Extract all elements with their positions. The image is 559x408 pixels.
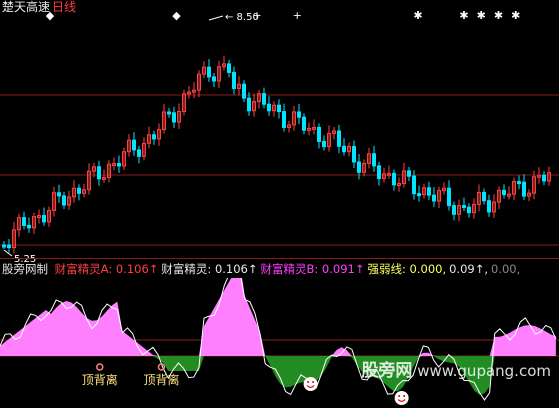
- smiley-icon: [394, 391, 409, 405]
- candle-body: [417, 193, 421, 197]
- smiley-eye: [307, 381, 310, 383]
- candle-body: [542, 174, 546, 182]
- candle-body: [132, 139, 136, 151]
- stock-chart-window: 楚天高速 日线 ← 8.50 5.25 ◆ ◆ + + ✱ ✱ ✱ ✱ ✱ 股旁网制 财富精灵A: 0…: [0, 0, 559, 408]
- candle-body: [297, 111, 301, 118]
- star-marker-icon: ✱: [494, 10, 503, 22]
- candle-body: [232, 71, 236, 89]
- smiley-icon: [303, 377, 318, 391]
- indicator-legend-item: 财富精灵A: 0.106↑: [54, 262, 159, 276]
- candle-body: [357, 161, 361, 173]
- candle-body: [432, 194, 436, 202]
- candle-body: [352, 146, 356, 163]
- candle-body: [342, 145, 346, 153]
- candle-body: [117, 163, 121, 167]
- indicator-chart[interactable]: 顶背离 顶背离: [0, 278, 559, 408]
- candle-body: [372, 153, 376, 167]
- candle-body: [522, 181, 526, 197]
- indicator-legend-bar: 股旁网制 财富精灵A: 0.106↑ 财富精灵: 0.106↑ 财富精灵B: 0.0…: [2, 262, 526, 276]
- divergence-dot-icon: [96, 363, 104, 371]
- candle-body: [282, 111, 286, 128]
- candle-body: [482, 191, 486, 202]
- cross-marker-icon: +: [293, 10, 302, 22]
- panel-divider: [0, 258, 559, 259]
- candle-body: [407, 170, 411, 177]
- candle-body: [277, 104, 281, 113]
- candle-body: [152, 134, 156, 140]
- diamond-marker-icon: ◆: [172, 10, 181, 22]
- candle-body: [452, 205, 456, 215]
- candle-body: [412, 175, 416, 195]
- candle-body: [167, 111, 171, 115]
- candle-body: [262, 93, 266, 105]
- watermark-text: 股旁网: [361, 361, 413, 381]
- candle-body: [247, 97, 251, 112]
- candle-body: [462, 205, 466, 209]
- candle-body: [487, 200, 491, 213]
- cross-marker-icon: +: [252, 10, 261, 22]
- smiley-eye: [403, 395, 406, 397]
- candle-body: [447, 187, 451, 207]
- candle-body: [337, 130, 341, 147]
- diamond-marker-icon: ◆: [46, 10, 55, 22]
- candle-body: [302, 116, 306, 131]
- star-marker-icon: ✱: [511, 10, 520, 22]
- divergence-label: 顶背离: [143, 372, 179, 387]
- candle-body: [22, 217, 26, 226]
- indicator-legend-item: 财富精灵B: 0.091↑: [260, 262, 365, 276]
- indicator-legend-item: 0.09↑,: [449, 262, 489, 276]
- price-candlestick-chart[interactable]: ← 8.505.25◆ ◆ + + ✱ ✱ ✱ ✱ ✱: [0, 10, 559, 268]
- candle-body: [137, 149, 141, 157]
- high-pointer: [208, 15, 224, 21]
- candle-body: [7, 244, 11, 249]
- watermark: 股旁网 www.gupang.com: [361, 356, 551, 381]
- positive-area: [0, 278, 556, 356]
- divergence-label: 顶背离: [82, 372, 118, 387]
- smiley-eye: [398, 395, 401, 397]
- candle-body: [227, 63, 231, 73]
- candle-body: [2, 244, 6, 248]
- candle-body: [62, 195, 66, 206]
- smiley-eye: [312, 381, 315, 383]
- star-marker-icon: ✱: [459, 10, 468, 22]
- candle-body: [392, 172, 396, 186]
- candle-body: [172, 112, 176, 123]
- star-marker-icon: ✱: [413, 10, 422, 22]
- candle-body: [77, 187, 81, 194]
- candle-body: [317, 126, 321, 142]
- candle-body: [97, 166, 101, 180]
- candle-body: [42, 215, 46, 223]
- candle-body: [207, 66, 211, 78]
- low-pointer: [3, 249, 13, 257]
- candle-body: [242, 83, 246, 99]
- indicator-legend-item: 财富精灵: 0.106↑: [161, 262, 258, 276]
- indicator-tool-name: 股旁网制: [2, 262, 48, 276]
- candle-body: [502, 189, 506, 196]
- candle-body: [57, 192, 61, 197]
- candle-body: [427, 187, 431, 196]
- candle-body: [517, 181, 521, 185]
- star-marker-icon: ✱: [477, 10, 486, 22]
- candle-body: [27, 224, 31, 229]
- indicator-legend-item: 0.00,: [491, 262, 521, 276]
- candle-body: [267, 103, 271, 112]
- candle-body: [322, 140, 326, 148]
- indicator-legend-item: 强弱线: 0.000,: [367, 262, 447, 276]
- candle-body: [377, 165, 381, 179]
- watermark-url: www.gupang.com: [417, 362, 551, 380]
- candle-body: [467, 206, 471, 214]
- candle-body: [212, 76, 216, 82]
